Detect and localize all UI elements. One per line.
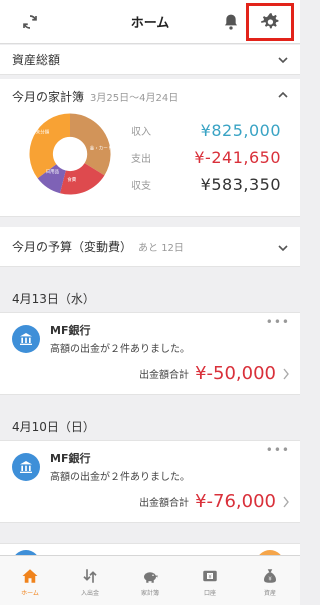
notification-message: 高額の出金が２件ありました。 (50, 472, 190, 483)
chevron-right-icon (283, 496, 289, 507)
gear-icon (261, 13, 279, 29)
bank-name: MF銀行 (50, 324, 91, 337)
total-value: ¥-76,000 (195, 491, 276, 512)
expense-row: 支出 ¥-241,650 (131, 144, 281, 171)
piggy-bank-icon (144, 571, 158, 583)
kakeibo-period: 3月25日〜4月24日 (90, 93, 179, 104)
page-title: ホーム (130, 16, 170, 31)
date-header: 4月13日（水） (12, 292, 95, 306)
bottom-tab-bar: ホーム 入出金 家計簿 ¥ 口座 ¥ 資産 (0, 555, 300, 605)
date-header: 4月10日（日） (12, 420, 95, 434)
tab-label: 家計簿 (140, 589, 159, 597)
notification-message: 高額の出金が２件ありました。 (50, 344, 190, 355)
more-options-icon[interactable]: ••• (266, 315, 290, 329)
slice-uncategorized (29, 113, 70, 179)
chevron-right-icon (283, 368, 289, 379)
chevron-down-icon (278, 245, 288, 252)
total-label: 出金額合計 (139, 498, 190, 509)
settings-button[interactable] (246, 3, 294, 41)
chevron-down-icon (278, 56, 288, 63)
refresh-icon (23, 15, 37, 29)
tab-label: ホーム (21, 589, 39, 597)
expense-value: ¥-241,650 (194, 148, 281, 167)
slice-card (70, 113, 111, 176)
transfer-icon (83, 568, 97, 583)
budget-remaining: あと 12日 (138, 243, 184, 254)
income-label: 収入 (131, 127, 151, 138)
bank-icon (12, 453, 40, 481)
tab-transactions[interactable]: 入出金 (60, 556, 120, 605)
tab-household[interactable]: 家計簿 (120, 556, 180, 605)
tab-accounts[interactable]: ¥ 口座 (180, 556, 240, 605)
app-root: ホーム 資産総額 今月の家計簿 3月25日〜4月24日 金・カード 食費 日用品… (0, 0, 300, 605)
budget-label: 今月の予算（変動費） (12, 240, 133, 254)
notifications-button[interactable] (211, 0, 251, 44)
more-options-icon[interactable]: ••• (266, 443, 290, 457)
tab-label: 口座 (203, 589, 216, 597)
asset-summary-row[interactable]: 資産総額 (0, 45, 300, 75)
kakeibo-title: 今月の家計簿 (12, 90, 85, 104)
tab-label: 入出金 (80, 589, 99, 597)
tab-home[interactable]: ホーム (0, 556, 60, 605)
expense-label: 支出 (131, 154, 151, 165)
money-bag-icon: ¥ (264, 568, 276, 583)
tab-assets[interactable]: ¥ 資産 (240, 556, 300, 605)
monthly-household-card[interactable]: 今月の家計簿 3月25日〜4月24日 金・カード 食費 日用品 未分類 収入 ¥… (0, 79, 300, 217)
kakeibo-stats: 収入 ¥825,000 支出 ¥-241,650 収支 ¥583,350 (131, 117, 281, 198)
monthly-budget-row[interactable]: 今月の予算（変動費） あと 12日 (0, 227, 300, 267)
expense-donut-chart: 金・カード 食費 日用品 未分類 (29, 113, 112, 195)
income-row: 収入 ¥825,000 (131, 117, 281, 144)
bell-icon (225, 14, 237, 30)
balance-label: 収支 (131, 181, 151, 192)
balance-value: ¥583,350 (200, 175, 281, 194)
withdrawal-total[interactable]: 出金額合計 ¥-76,000 (139, 491, 290, 512)
bank-name: MF銀行 (50, 452, 91, 465)
notification-card[interactable]: MF銀行 高額の出金が２件ありました。 ••• 出金額合計 ¥-50,000 (0, 312, 300, 395)
chevron-up-icon[interactable] (276, 88, 290, 102)
balance-row: 収支 ¥583,350 (131, 171, 281, 198)
top-bar: ホーム (0, 0, 300, 44)
chart-label-daily: 日用品 (46, 169, 60, 175)
total-label: 出金額合計 (139, 370, 190, 381)
wallet-icon: ¥ (203, 570, 217, 581)
income-value: ¥825,000 (200, 121, 281, 140)
tab-label: 資産 (263, 589, 276, 597)
notification-card[interactable]: MF銀行 高額の出金が２件ありました。 ••• 出金額合計 ¥-76,000 (0, 440, 300, 523)
home-icon (22, 568, 38, 583)
total-value: ¥-50,000 (195, 363, 276, 384)
refresh-button[interactable] (10, 0, 50, 44)
asset-summary-label: 資産総額 (12, 53, 61, 67)
withdrawal-total[interactable]: 出金額合計 ¥-50,000 (139, 363, 290, 384)
bank-icon (12, 325, 40, 353)
